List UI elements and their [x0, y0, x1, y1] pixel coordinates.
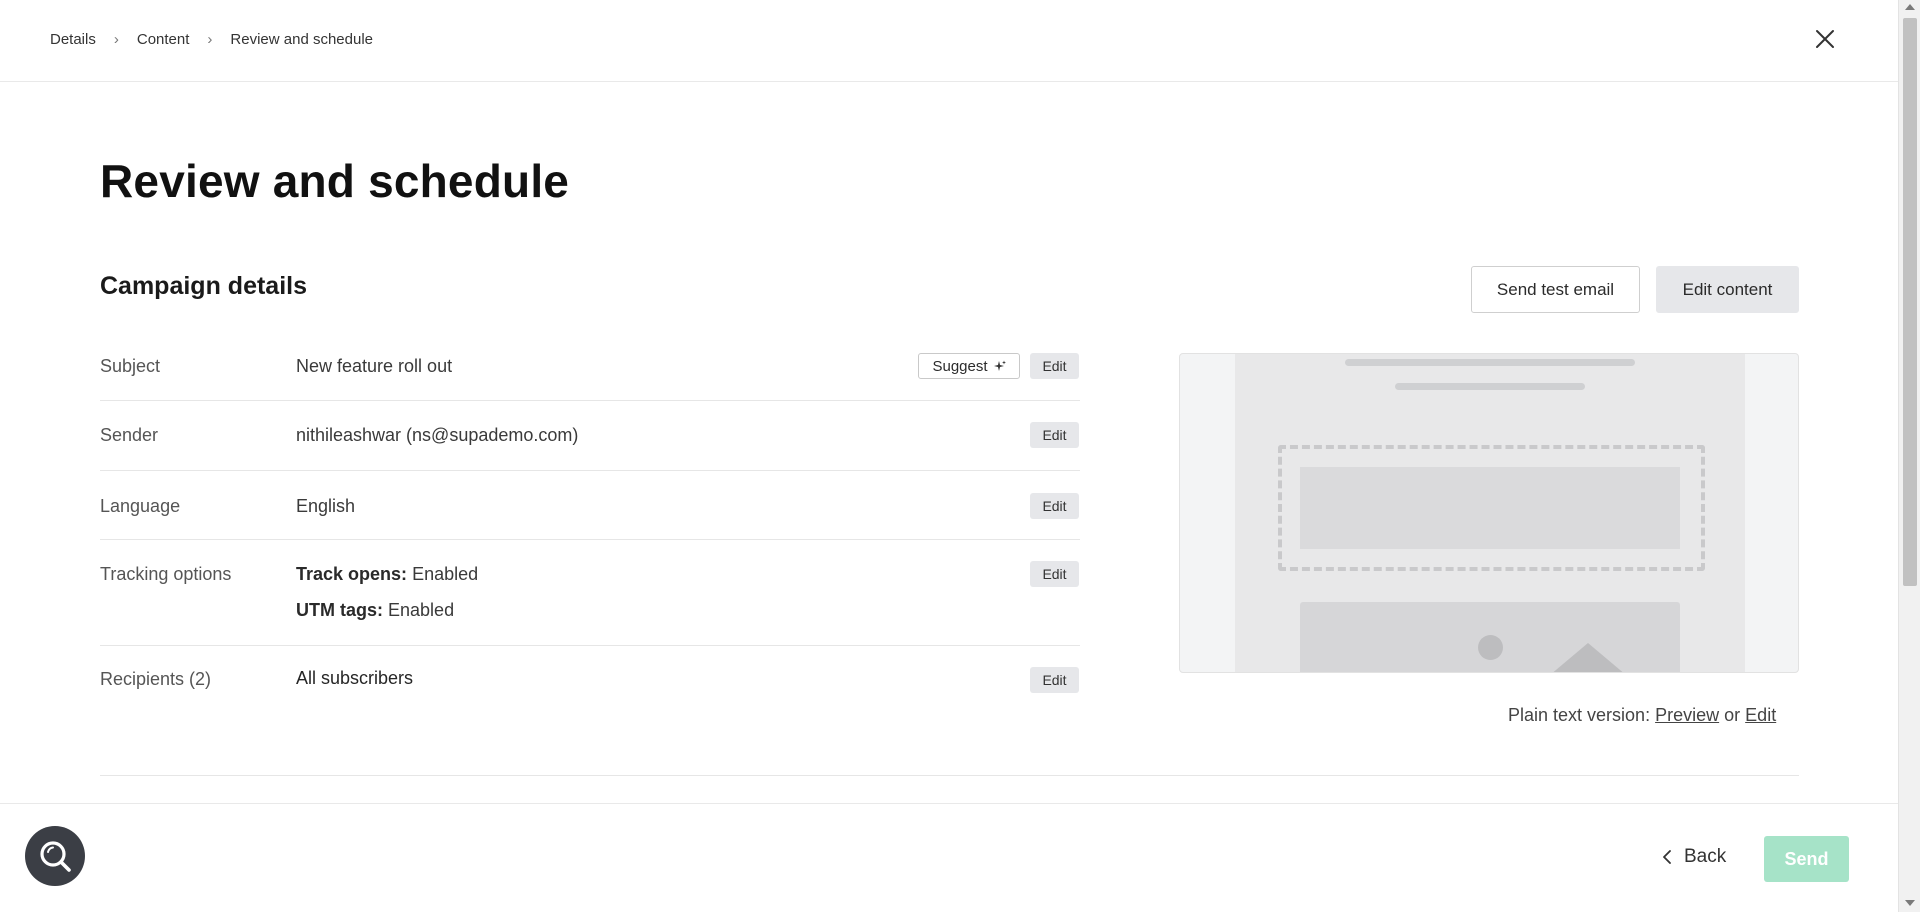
scroll-down-arrow-icon[interactable] [1905, 900, 1915, 906]
image-mountain-icon [1550, 643, 1626, 672]
sender-value: nithileashwar (ns@supademo.com) [296, 425, 579, 445]
back-label: Back [1684, 846, 1727, 867]
breadcrumb-item-content[interactable]: Content [137, 31, 190, 48]
language-label: Language [100, 496, 181, 516]
chevron-left-icon [1663, 850, 1671, 864]
top-bar: Details › Content › Review and schedule [0, 0, 1898, 82]
track-opens-status: Enabled [412, 564, 479, 584]
email-preview-body [1235, 354, 1745, 672]
chevron-right-icon: › [207, 31, 213, 48]
tracking-label: Tracking options [100, 564, 232, 584]
page-title: Review and schedule [100, 155, 570, 207]
breadcrumb-item-review[interactable]: Review and schedule [230, 31, 373, 48]
edit-language-button[interactable]: Edit [1030, 493, 1079, 519]
plain-text-preview-link[interactable]: Preview [1655, 705, 1719, 725]
search-icon [40, 841, 71, 872]
breadcrumb-item-details[interactable]: Details [50, 31, 96, 48]
recipients-value: All subscribers [296, 668, 414, 688]
track-opens-key: Track opens: [296, 564, 408, 584]
close-icon[interactable] [1812, 26, 1838, 52]
scrollbar-thumb[interactable] [1903, 18, 1917, 586]
plain-text-edit-link[interactable]: Edit [1745, 705, 1776, 725]
subject-label: Subject [100, 356, 161, 376]
detail-row-subject: Subject New feature roll out Suggest Edi… [100, 332, 1080, 401]
preview-placeholder-line [1395, 383, 1585, 390]
chevron-right-icon: › [113, 31, 119, 48]
help-search-button[interactable] [25, 826, 85, 886]
utm-tags-value: UTM tags: Enabled [296, 600, 454, 621]
preview-image-placeholder [1300, 602, 1680, 672]
send-test-email-button[interactable]: Send test email [1471, 266, 1640, 313]
send-button[interactable]: Send [1764, 836, 1849, 882]
email-preview-thumbnail[interactable] [1179, 353, 1799, 673]
detail-row-recipients: Recipients (2) All subscribers Edit [100, 646, 1080, 716]
suggest-label: Suggest [932, 357, 988, 375]
plain-text-prefix: Plain text version: [1508, 705, 1651, 725]
language-value: English [296, 496, 356, 516]
detail-row-language: Language English Edit [100, 471, 1080, 540]
utm-tags-key: UTM tags: [296, 600, 383, 620]
campaign-details-list: Subject New feature roll out Suggest Edi… [100, 332, 1080, 716]
preview-placeholder-line [1345, 359, 1635, 366]
scroll-up-arrow-icon[interactable] [1905, 4, 1915, 10]
edit-tracking-button[interactable]: Edit [1030, 561, 1079, 587]
track-opens-value: Track opens: Enabled [296, 564, 478, 585]
detail-row-tracking: Tracking options Track opens: Enabled UT… [100, 540, 1080, 646]
edit-recipients-button[interactable]: Edit [1030, 667, 1079, 693]
edit-subject-button[interactable]: Edit [1030, 353, 1079, 379]
recipients-label: Recipients (2) [100, 669, 212, 689]
vertical-scrollbar[interactable] [1898, 0, 1920, 912]
preview-text-block [1300, 467, 1680, 549]
footer-bar [0, 803, 1898, 912]
breadcrumb: Details › Content › Review and schedule [50, 31, 373, 48]
plain-text-or: or [1724, 705, 1741, 725]
back-button[interactable]: Back [1662, 846, 1726, 868]
suggest-button[interactable]: Suggest [918, 353, 1020, 379]
image-sun-icon [1478, 635, 1503, 660]
plain-text-version: Plain text version: Preview or Edit [1508, 705, 1776, 726]
subject-value: New feature roll out [296, 356, 453, 376]
section-divider [100, 775, 1799, 776]
edit-sender-button[interactable]: Edit [1030, 422, 1079, 448]
sender-label: Sender [100, 425, 159, 445]
utm-tags-status: Enabled [388, 600, 455, 620]
section-title: Campaign details [100, 272, 307, 300]
edit-content-button[interactable]: Edit content [1656, 266, 1799, 313]
sparkle-icon [993, 360, 1006, 371]
detail-row-sender: Sender nithileashwar (ns@supademo.com) E… [100, 401, 1080, 471]
